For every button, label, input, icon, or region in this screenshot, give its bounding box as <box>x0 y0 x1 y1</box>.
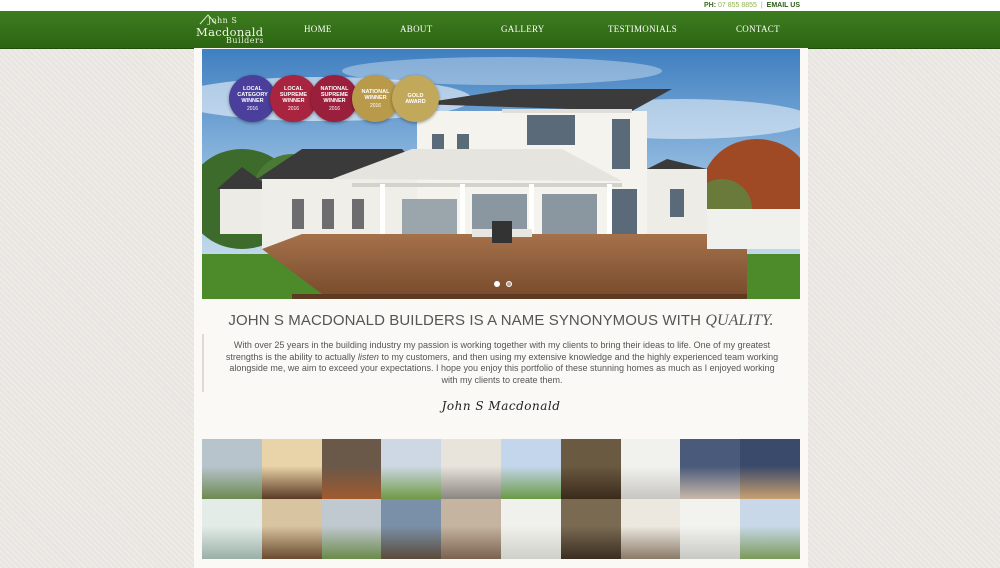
gallery-thumbnail[interactable] <box>560 499 621 559</box>
award-line: WINNER <box>364 94 387 101</box>
intro-heading-emphasis: QUALITY. <box>705 312 774 329</box>
gallery-thumbnail[interactable] <box>441 499 501 559</box>
award-badge: GOLD AWARD <box>392 75 439 122</box>
gallery-thumbnail[interactable] <box>560 439 621 499</box>
award-year: 2016 <box>369 102 382 109</box>
award-line: WINNER <box>282 97 305 104</box>
award-year: 2016 <box>287 105 300 112</box>
award-badge: LOCAL CATEGORY WINNER 2016 <box>229 75 276 122</box>
site-logo[interactable]: John S Macdonald Builders <box>196 13 266 46</box>
gallery-thumbnail[interactable] <box>441 439 501 499</box>
gallery-grid <box>202 439 800 559</box>
gallery-thumbnail[interactable] <box>740 439 800 499</box>
nav-about[interactable]: ABOUT <box>400 24 433 34</box>
email-us-link[interactable]: EMAIL US <box>767 2 800 9</box>
top-bar: PH: 07 855 8855 | EMAIL US <box>0 0 1000 11</box>
award-year: 2016 <box>246 105 259 112</box>
award-line: WINNER <box>241 97 264 104</box>
main-nav: HOME ABOUT GALLERY TESTIMONIALS CONTACT <box>0 11 1000 49</box>
gallery-thumbnail[interactable] <box>500 439 561 499</box>
gallery-thumbnail[interactable] <box>381 499 442 559</box>
slider-dot[interactable] <box>506 281 513 287</box>
award-badge: NATIONAL SUPREME WINNER 2016 <box>311 75 358 122</box>
gallery-thumbnail[interactable] <box>620 439 681 499</box>
quote-bar <box>202 334 204 392</box>
gallery-thumbnail[interactable] <box>680 499 741 559</box>
signature: John S Macdonald <box>441 399 561 413</box>
gallery-thumbnail[interactable] <box>261 499 322 559</box>
main-content: LOCAL CATEGORY WINNER 2016 LOCAL SUPREME… <box>194 48 808 568</box>
award-year: 2016 <box>328 105 341 112</box>
phone-number[interactable]: 07 855 8855 <box>718 2 757 9</box>
award-line: AWARD <box>405 98 426 105</box>
gallery-thumbnail[interactable] <box>321 439 382 499</box>
slider-dot-active[interactable] <box>494 281 500 287</box>
logo-line-3: Builders <box>226 36 264 45</box>
nav-home[interactable]: HOME <box>304 24 332 34</box>
slider-pagination <box>494 274 514 292</box>
gallery-thumbnail[interactable] <box>202 499 262 559</box>
intro-heading: JOHN S MACDONALD BUILDERS IS A NAME SYNO… <box>194 312 808 330</box>
award-line: WINNER <box>323 97 346 104</box>
award-badge: LOCAL SUPREME WINNER 2016 <box>270 75 317 122</box>
intro-paragraph: With over 25 years in the building indus… <box>224 340 780 386</box>
intro-text-emphasis: listen <box>357 351 379 362</box>
gallery-thumbnail[interactable] <box>261 439 322 499</box>
hero-slider[interactable]: LOCAL CATEGORY WINNER 2016 LOCAL SUPREME… <box>202 49 800 299</box>
contact-line: PH: 07 855 8855 | EMAIL US <box>704 1 800 10</box>
nav-contact[interactable]: CONTACT <box>736 24 780 34</box>
gallery-thumbnail[interactable] <box>620 499 681 559</box>
gallery-thumbnail[interactable] <box>321 499 382 559</box>
gallery-thumbnail[interactable] <box>680 439 741 499</box>
gallery-thumbnail[interactable] <box>381 439 442 499</box>
gallery-thumbnail[interactable] <box>740 499 800 559</box>
logo-line-1: John S <box>208 16 238 25</box>
phone-label: PH: <box>703 2 717 9</box>
gallery-thumbnail[interactable] <box>500 499 561 559</box>
nav-testimonials[interactable]: TESTIMONIALS <box>608 24 677 34</box>
intro-heading-text: JOHN S MACDONALD BUILDERS IS A NAME SYNO… <box>228 312 702 329</box>
gallery-thumbnail[interactable] <box>202 439 262 499</box>
nav-gallery[interactable]: GALLERY <box>501 24 545 34</box>
separator: | <box>760 2 763 9</box>
